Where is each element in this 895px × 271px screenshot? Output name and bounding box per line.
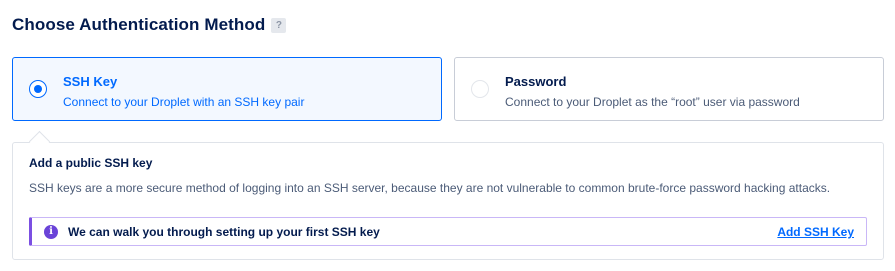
radio-ssh-key[interactable] (29, 80, 47, 98)
panel-pointer (28, 130, 51, 153)
panel-description: SSH keys are a more secure method of log… (29, 181, 831, 195)
radio-password[interactable] (471, 80, 489, 98)
info-banner-text: We can walk you through setting up your … (68, 224, 380, 239)
section-title: Choose Authentication Method (12, 15, 266, 34)
authentication-method-section: Choose Authentication Method ? SSH Key C… (0, 0, 895, 271)
panel-title: Add a public SSH key (29, 156, 153, 170)
option-ssh-key-text: SSH Key Connect to your Droplet with an … (63, 74, 304, 110)
option-ssh-key[interactable]: SSH Key Connect to your Droplet with an … (12, 57, 442, 121)
section-header: Choose Authentication Method ? (12, 15, 287, 35)
option-password-title: Password (505, 74, 567, 89)
option-ssh-key-description: Connect to your Droplet with an SSH key … (63, 95, 305, 109)
radio-dot (34, 85, 42, 93)
ssh-key-panel: Add a public SSH key SSH keys are a more… (12, 130, 884, 260)
option-ssh-key-title: SSH Key (63, 74, 118, 89)
help-icon[interactable]: ? (271, 17, 287, 33)
info-icon: i (44, 224, 58, 239)
option-password-description: Connect to your Droplet as the “root” us… (505, 95, 800, 109)
info-banner: i We can walk you through setting up you… (29, 217, 867, 246)
add-ssh-key-link[interactable]: Add SSH Key (777, 225, 854, 239)
option-password[interactable]: Password Connect to your Droplet as the … (454, 57, 884, 121)
option-password-text: Password Connect to your Droplet as the … (505, 74, 800, 110)
